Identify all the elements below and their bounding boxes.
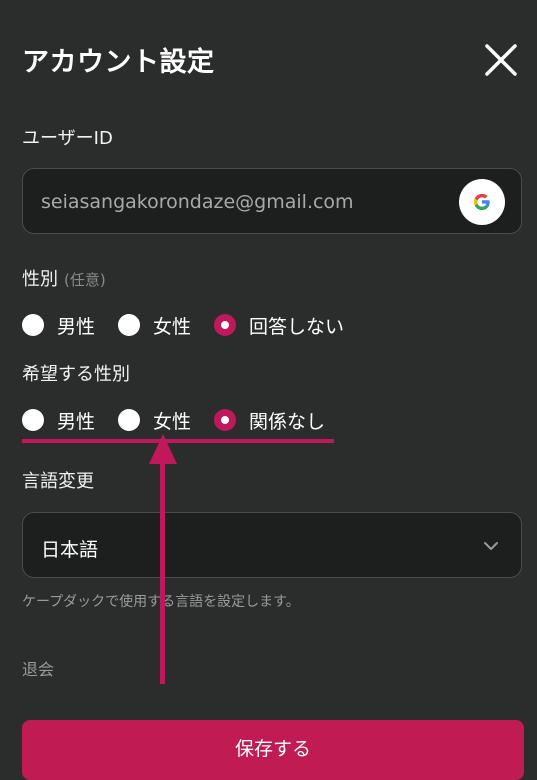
user-id-label: ユーザーID (22, 128, 113, 149)
user-id-field: seiasangakorondaze@gmail.com (22, 168, 522, 234)
radio-label: 男性 (57, 316, 96, 338)
radio-circle (118, 409, 140, 431)
radio-label: 関係なし (249, 411, 326, 433)
radio-label: 男性 (57, 411, 96, 433)
language-select-value: 日本語 (41, 539, 99, 561)
google-badge (459, 179, 505, 225)
language-label: 言語変更 (22, 471, 94, 492)
radio-label: 回答しない (249, 316, 345, 338)
radio-circle (22, 314, 44, 336)
radio-circle (22, 409, 44, 431)
gender-label: 性別 (任意) (22, 265, 106, 291)
language-select[interactable]: 日本語 (22, 512, 522, 578)
highlight-underline (22, 439, 334, 443)
annotation-arrow-shaft (160, 458, 165, 684)
preferred-gender-label: 希望する性別 (22, 364, 130, 385)
radio-circle-selected (214, 314, 236, 336)
gender-label-text: 性別 (22, 269, 58, 290)
chevron-down-icon (484, 542, 498, 550)
user-id-value: seiasangakorondaze@gmail.com (41, 191, 354, 213)
radio-label: 女性 (153, 316, 192, 338)
gender-optional: (任意) (64, 271, 106, 289)
dialog-title: アカウント設定 (22, 47, 215, 78)
radio-label: 女性 (153, 411, 192, 433)
withdraw-link[interactable]: 退会 (22, 656, 54, 680)
radio-circle (118, 314, 140, 336)
google-icon (474, 194, 490, 210)
close-icon (485, 44, 517, 76)
radio-circle-selected (214, 409, 236, 431)
save-button[interactable]: 保存する (22, 720, 524, 780)
close-button[interactable] (481, 40, 521, 80)
